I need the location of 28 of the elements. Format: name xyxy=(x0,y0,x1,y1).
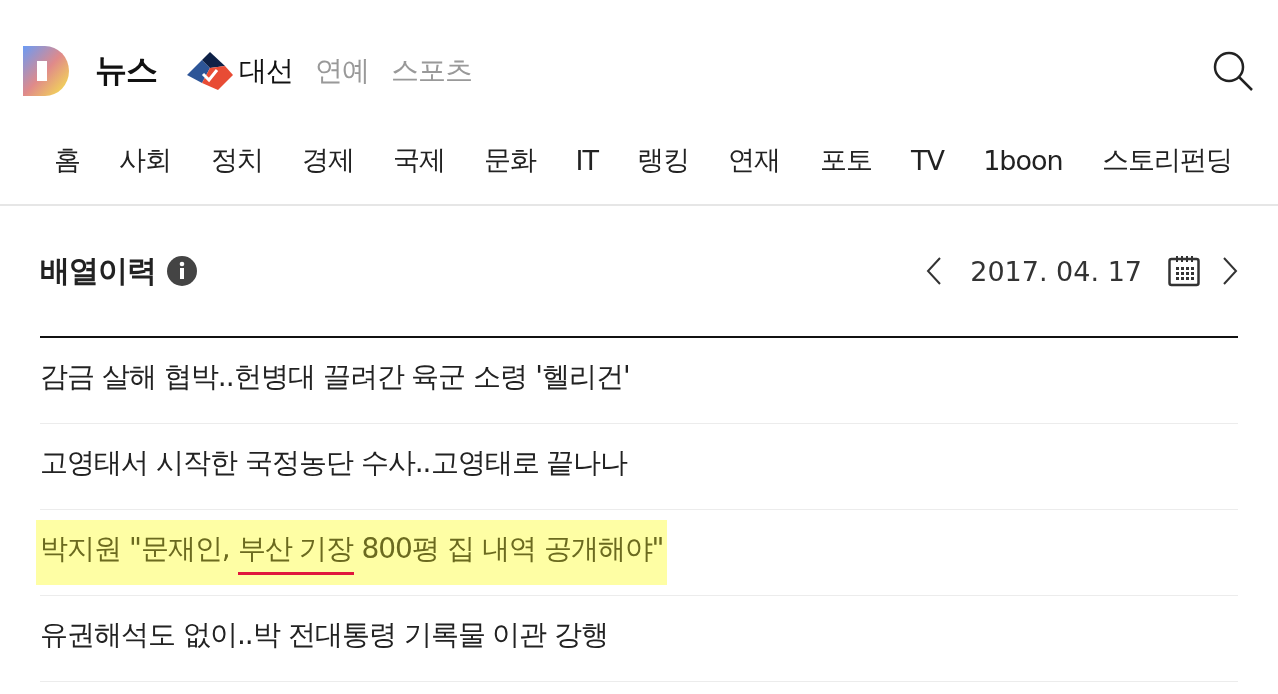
brand-name: 뉴스 xyxy=(95,50,157,91)
nav-tab[interactable]: 홈 xyxy=(54,142,80,178)
article-headline[interactable]: 유권해석도 없이..박 전대통령 기록물 이관 강행 xyxy=(40,616,609,661)
section-title: 배열이력 xyxy=(40,251,156,290)
nav-tab[interactable]: 정치 xyxy=(210,142,263,178)
check-diamond-icon xyxy=(187,52,233,90)
nav-tab[interactable]: 문화 xyxy=(484,142,537,178)
date-text: 2017. 04. 17 xyxy=(970,255,1142,287)
nav-tab[interactable]: 국제 xyxy=(393,142,445,178)
nav-tab[interactable]: 1boon xyxy=(983,144,1063,176)
top-link[interactable]: 대선 xyxy=(187,52,293,90)
search-icon[interactable] xyxy=(1212,50,1254,92)
logo-icon xyxy=(23,46,71,96)
nav-tab[interactable]: 랭킹 xyxy=(637,142,690,178)
calendar-icon[interactable] xyxy=(1168,255,1200,287)
nav-tab[interactable]: TV xyxy=(910,144,944,176)
nav-tab[interactable]: 연재 xyxy=(728,142,781,178)
nav-tab[interactable]: 포토 xyxy=(819,142,872,178)
nav-tab[interactable]: 경제 xyxy=(301,142,354,178)
previous-date-icon[interactable] xyxy=(926,257,943,285)
nav-tab[interactable]: 스토리펀딩 xyxy=(1101,142,1232,178)
nav-tab[interactable]: IT xyxy=(575,144,598,176)
article-headline[interactable]: 박지원 "문재인, 부산 기장 800평 집 내역 공개해야" xyxy=(36,520,668,585)
info-icon[interactable] xyxy=(166,255,198,287)
next-date-icon[interactable] xyxy=(1222,257,1238,285)
nav-tab[interactable]: 사회 xyxy=(119,142,172,178)
article-headline[interactable]: 감금 살해 협박..헌병대 끌려간 육군 소령 '헬리건' xyxy=(40,358,630,403)
article-headline[interactable]: 고영태서 시작한 국정농단 수사..고영태로 끝나나 xyxy=(40,444,628,489)
